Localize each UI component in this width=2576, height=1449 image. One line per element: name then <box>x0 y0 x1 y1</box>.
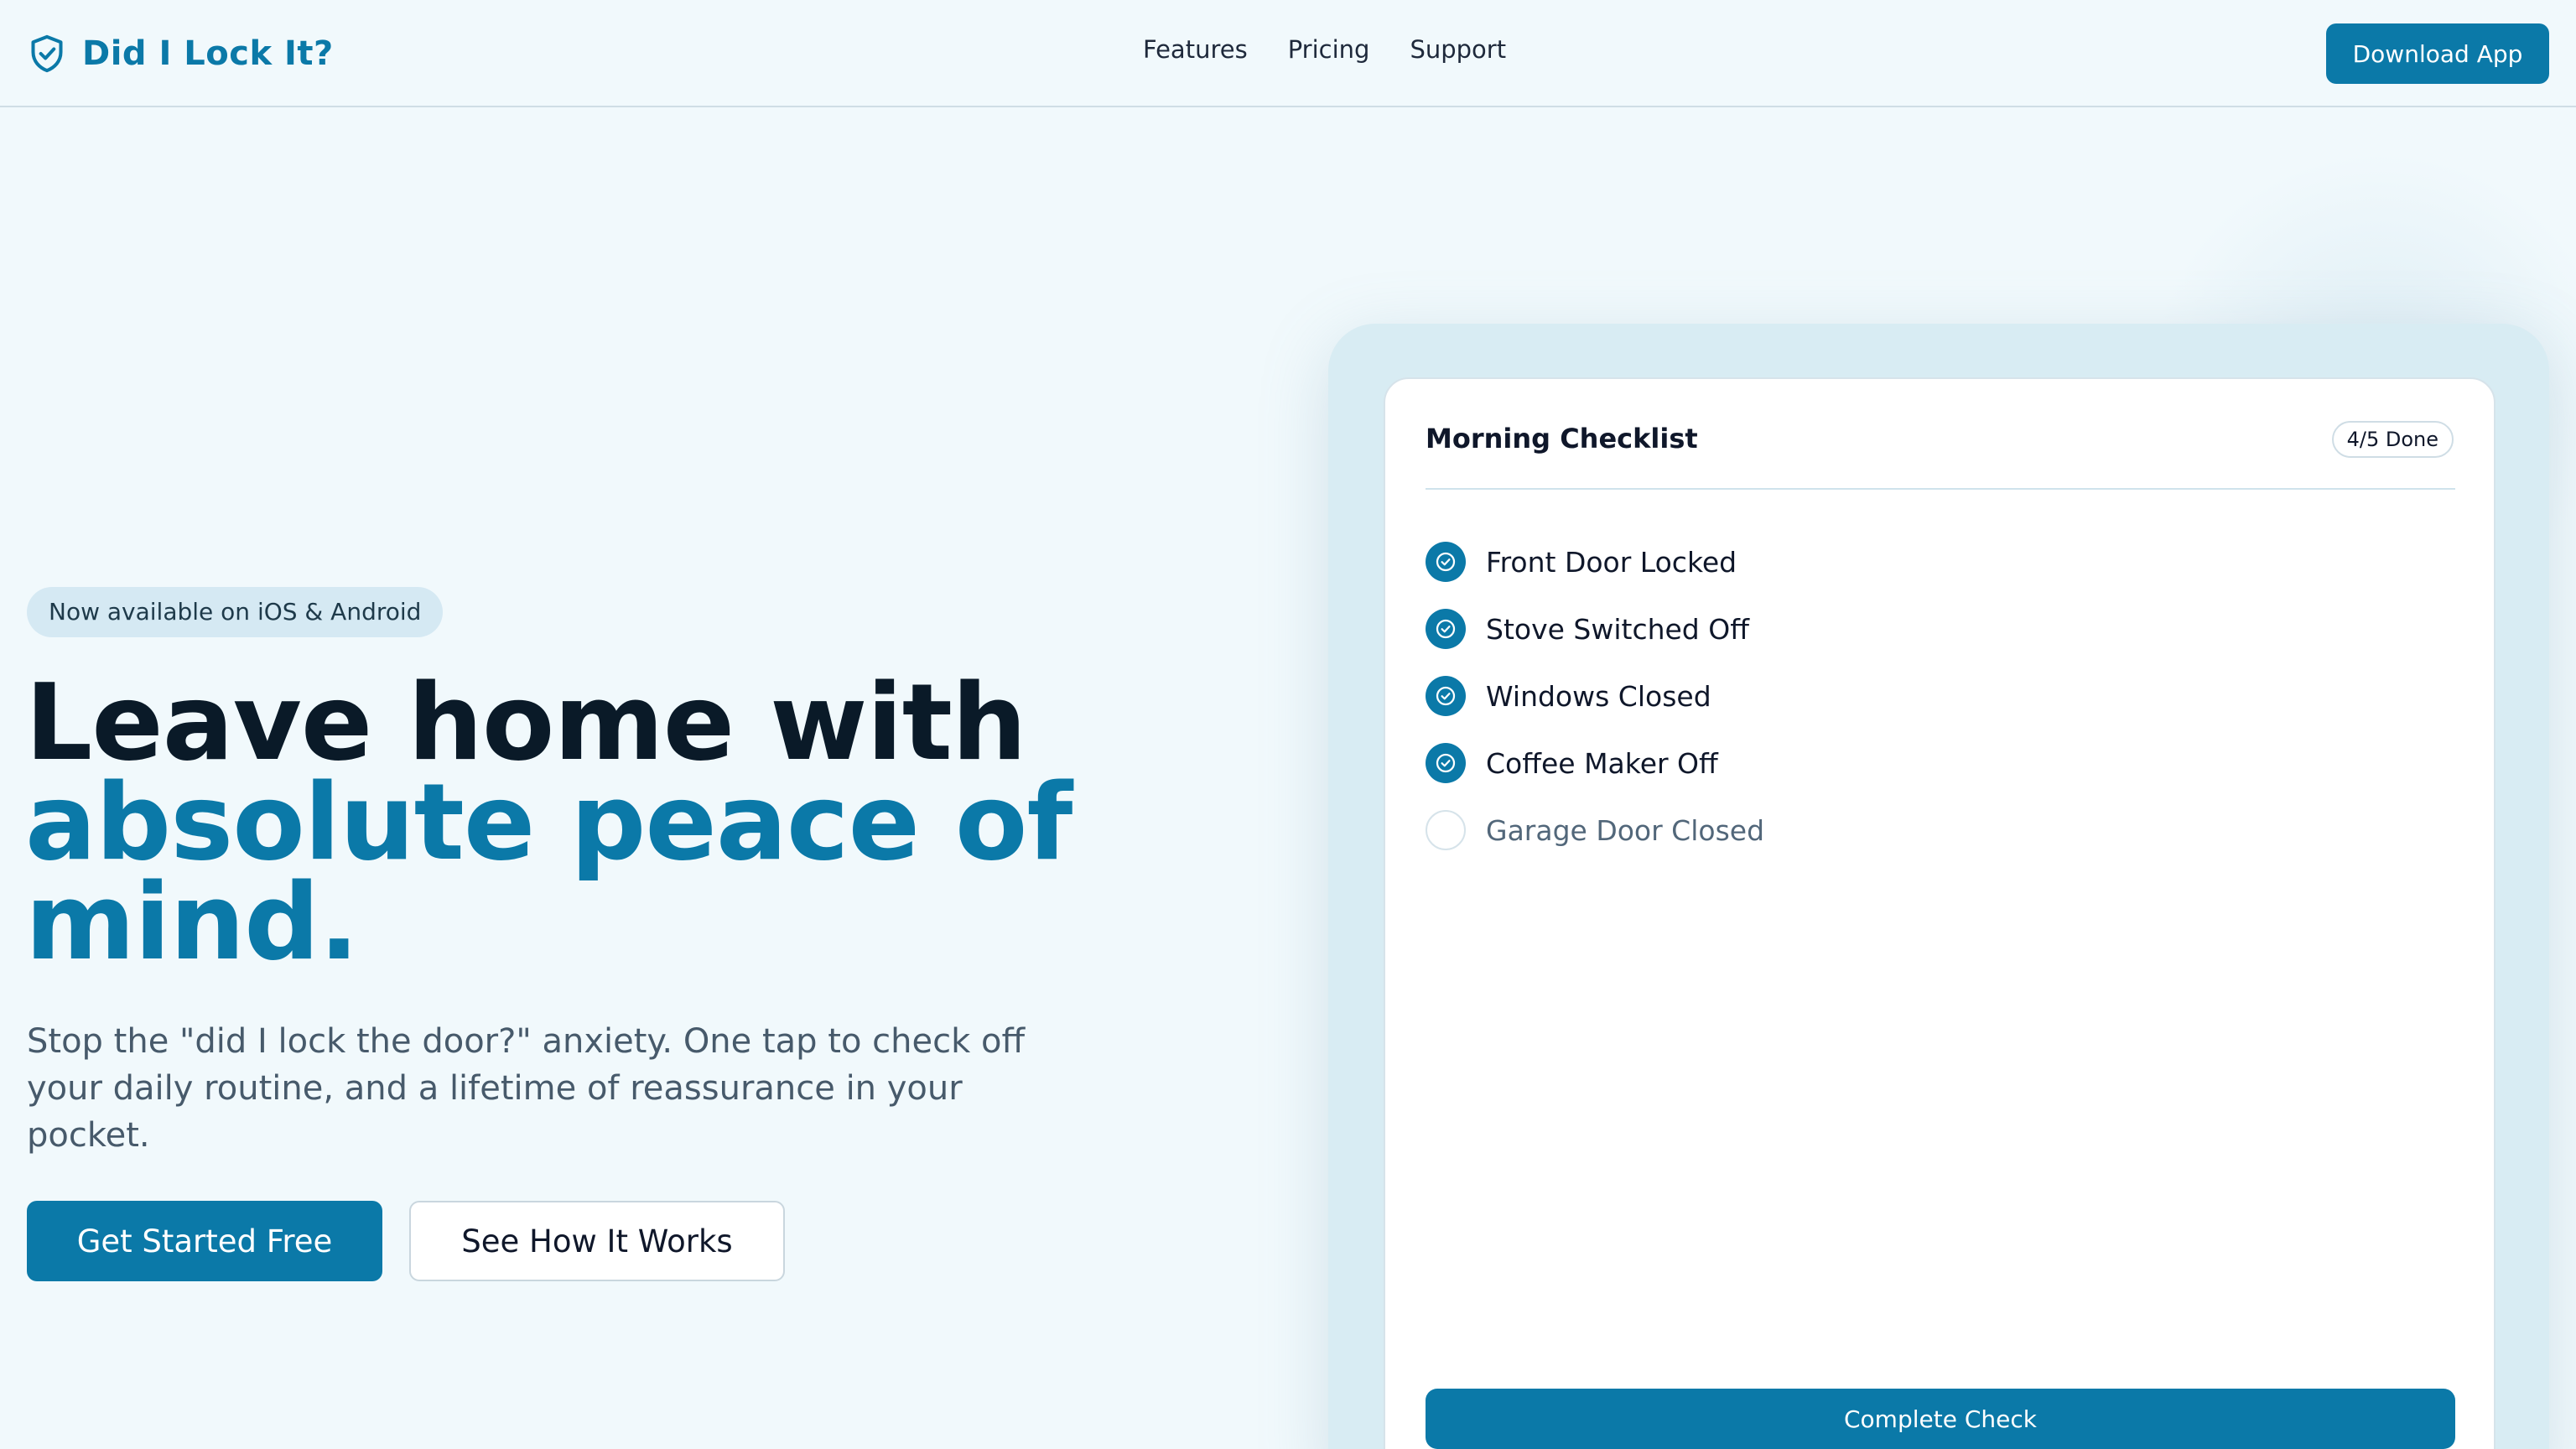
checklist: Front Door Locked Stove Switched Off Win… <box>1426 542 1764 877</box>
download-app-button[interactable]: Download App <box>2326 23 2549 84</box>
nav-link-pricing[interactable]: Pricing <box>1288 35 1370 64</box>
headline-accent-line-1: absolute peace of <box>25 761 1072 884</box>
empty-circle-icon[interactable] <box>1426 810 1466 850</box>
see-how-it-works-button[interactable]: See How It Works <box>409 1201 785 1281</box>
headline-accent-line-2: mind. <box>25 860 359 984</box>
nav-link-support[interactable]: Support <box>1410 35 1506 64</box>
check-circle-icon[interactable] <box>1426 676 1466 716</box>
brand-name: Did I Lock It? <box>82 34 334 73</box>
checklist-item-label: Windows Closed <box>1486 679 1711 713</box>
complete-check-button[interactable]: Complete Check <box>1426 1389 2455 1449</box>
progress-badge: 4/5 Done <box>2331 421 2454 458</box>
checklist-title: Morning Checklist <box>1426 423 1698 454</box>
checklist-card: Morning Checklist 4/5 Done Front Door Lo… <box>1384 377 2496 1449</box>
check-circle-icon[interactable] <box>1426 609 1466 649</box>
checklist-item-garage-door[interactable]: Garage Door Closed <box>1426 810 1764 850</box>
brand[interactable]: Did I Lock It? <box>29 32 334 75</box>
hero-subtext: Stop the "did I lock the door?" anxiety.… <box>27 1022 1025 1155</box>
checklist-item-label: Front Door Locked <box>1486 545 1737 579</box>
checklist-item-windows[interactable]: Windows Closed <box>1426 676 1764 716</box>
get-started-button[interactable]: Get Started Free <box>27 1201 382 1281</box>
checklist-item-front-door[interactable]: Front Door Locked <box>1426 542 1764 582</box>
divider <box>1426 488 2455 490</box>
check-circle-icon[interactable] <box>1426 542 1466 582</box>
checklist-item-label: Garage Door Closed <box>1486 813 1765 847</box>
hero-headline: Leave home with absolute peace of mind. <box>25 661 1115 984</box>
nav-link-features[interactable]: Features <box>1143 35 1248 64</box>
checklist-item-stove[interactable]: Stove Switched Off <box>1426 609 1764 649</box>
checklist-item-label: Stove Switched Off <box>1486 612 1749 646</box>
site-header: Did I Lock It? Features Pricing Support … <box>0 0 2576 107</box>
shield-check-icon <box>29 34 65 74</box>
availability-badge: Now available on iOS & Android <box>27 587 444 637</box>
check-circle-icon[interactable] <box>1426 743 1466 783</box>
headline-line-1: Leave home with <box>25 661 1027 784</box>
checklist-item-label: Coffee Maker Off <box>1486 746 1718 780</box>
main-nav: Features Pricing Support <box>1143 35 1506 64</box>
checklist-item-coffee-maker[interactable]: Coffee Maker Off <box>1426 743 1764 783</box>
